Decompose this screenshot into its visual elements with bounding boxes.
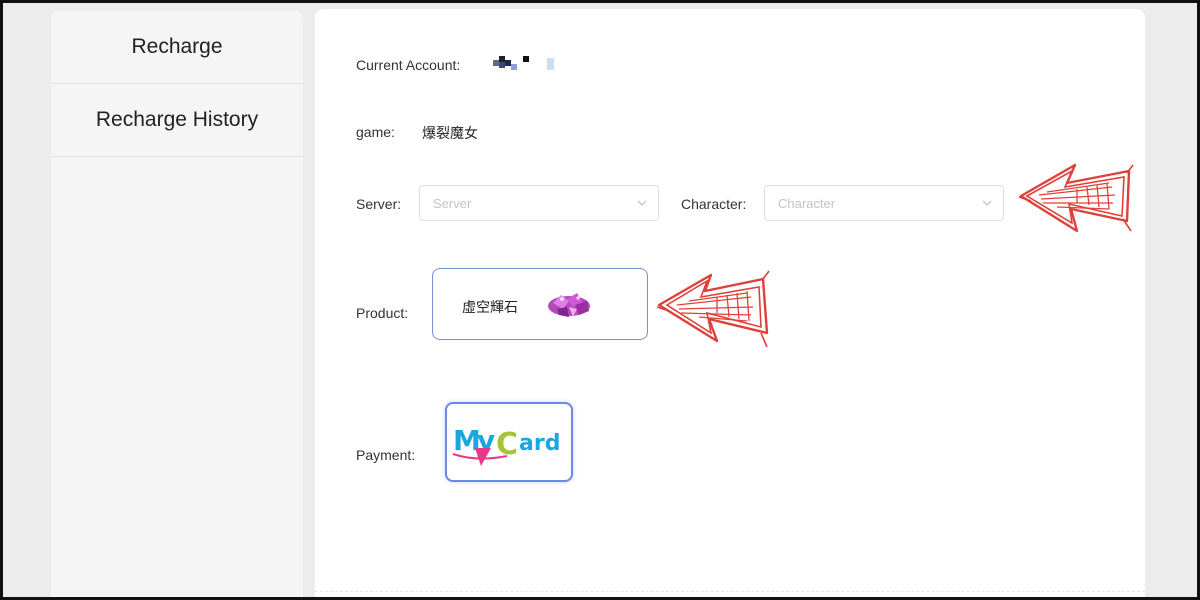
- payment-label: Payment:: [356, 447, 416, 463]
- recharge-form-panel: Current Account: game: 爆裂魔女 Server: Serv…: [315, 9, 1145, 597]
- server-placeholder: Server: [433, 196, 472, 211]
- server-select[interactable]: Server: [419, 185, 659, 221]
- svg-text:ard: ard: [519, 431, 560, 456]
- game-label: game:: [356, 124, 395, 140]
- pixelated-account-value: [493, 56, 554, 70]
- svg-text:M: M: [453, 424, 480, 457]
- current-account-label: Current Account:: [356, 57, 461, 73]
- product-name: 虛空輝石: [462, 299, 518, 315]
- character-select[interactable]: Character: [764, 185, 1004, 221]
- gem-icon: [548, 293, 590, 317]
- payment-option-mycard[interactable]: M y C ard: [445, 402, 573, 482]
- sidebar-item-recharge[interactable]: Recharge: [51, 11, 303, 84]
- annotation-arrow-icon: [656, 270, 770, 348]
- sidebar-item-recharge-history[interactable]: Recharge History: [51, 84, 303, 157]
- server-label: Server:: [356, 196, 402, 212]
- page-frame: Recharge Recharge History Current Accoun…: [0, 0, 1200, 600]
- annotation-arrow-icon: [1018, 163, 1134, 233]
- sidebar: Recharge Recharge History: [51, 11, 303, 597]
- chevron-down-icon: [982, 200, 992, 206]
- product-label: Product:: [356, 305, 409, 321]
- character-label: Character:: [681, 196, 747, 212]
- character-placeholder: Character: [778, 196, 836, 211]
- divider: [315, 591, 1145, 592]
- mycard-logo: M y C ard: [452, 424, 560, 466]
- chevron-down-icon: [637, 200, 647, 206]
- product-option[interactable]: 虛空輝石: [432, 268, 648, 340]
- game-name: 爆裂魔女: [422, 125, 478, 141]
